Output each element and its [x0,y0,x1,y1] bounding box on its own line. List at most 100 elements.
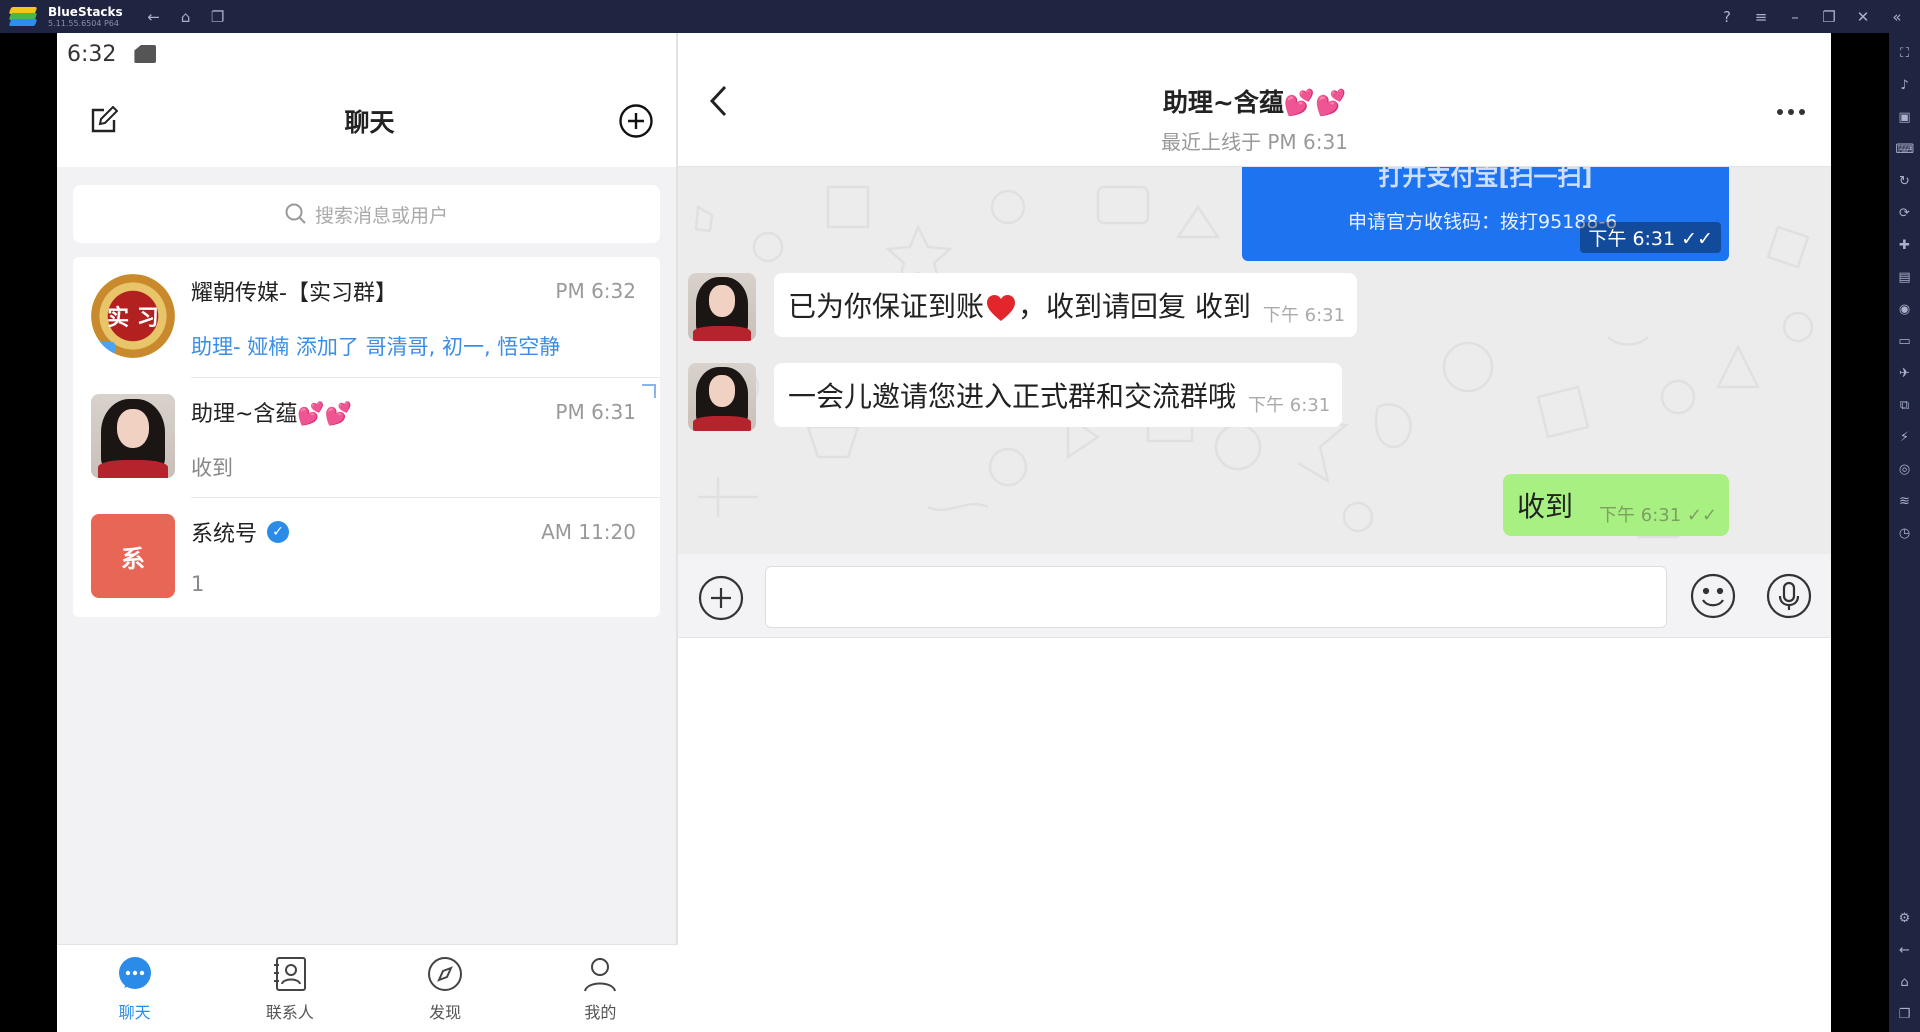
attach-button[interactable] [698,575,744,625]
bluestacks-sidebar: ⛶ ♪ ▣ ⌨ ↻ ⟳ ✚ ▤ ◉ ▭ ✈ ⧉ ⚡ ◎ ≋ ◷ ⚙ ← ⌂ ❐ [1889,33,1920,1032]
message-time: 下午 6:31 ✓✓ [1599,505,1718,526]
compass-icon [428,956,463,991]
screen-record-icon[interactable]: ▣ [1896,109,1914,127]
profile-photo [688,273,756,341]
add-button[interactable] [618,103,654,139]
keyboard-icon[interactable]: ⌨ [1896,141,1915,159]
chat-preview: 1 [191,572,205,596]
plus-circle-icon [698,575,744,621]
rotate-icon[interactable]: ↻ [1896,173,1914,191]
status-time: 6:32 [67,41,117,67]
chat-item-assistant[interactable]: 助理~含蕴💕💕 PM 6:31 收到 [73,377,660,497]
chat-name: 助理~含蕴💕💕 [191,402,353,427]
multi-instance-icon[interactable]: ⧉ [1896,397,1914,415]
contacts-icon [273,956,306,991]
chat-item-system[interactable]: 系 系统号 ✓ AM 11:20 1 [73,497,660,617]
macro-icon[interactable]: ◷ [1896,525,1914,543]
search-input[interactable]: 搜索消息或用户 [73,185,660,243]
chat-time: PM 6:32 [555,279,636,303]
emoji-button[interactable] [1690,573,1736,623]
profile-photo [688,363,756,431]
avatar: 实 习 [91,274,175,358]
bottom-tab-bar: 聊天 联系人 发现 我的 [57,944,678,1032]
person-icon [584,957,617,991]
location-icon[interactable]: ◎ [1896,461,1914,479]
chat-preview: 助理- 娅楠 添加了 哥清哥, 初一, 悟空静 [191,335,561,359]
tab-label: 联系人 [265,1002,314,1022]
search-icon [285,203,306,224]
chat-bubble-icon [118,956,151,989]
message-area: 打开支付宝[扫一扫] 申请官方收钱码：拨打95188-6 下午 6:31 ✓✓ … [678,167,1831,554]
smiley-icon [1690,573,1736,619]
settings-icon[interactable]: ⚙ [1896,910,1914,928]
tab-contacts[interactable]: 联系人 [212,945,367,1032]
collapse-sidebar-icon[interactable]: « [1888,8,1906,26]
recent-apps-icon[interactable]: ❐ [209,8,227,26]
restore-icon[interactable]: ❐ [1820,8,1838,26]
message-bubble-incoming[interactable]: 已为你保证到账 ，收到请回复 收到 下午 6:31 [774,273,1358,337]
minimize-icon[interactable]: – [1786,8,1804,26]
compose-button[interactable] [85,103,121,139]
tab-chats[interactable]: 聊天 [57,945,212,1032]
android-recents-icon[interactable]: ❐ [1896,1006,1914,1024]
group-badge-icon [93,342,115,354]
message-input[interactable] [765,566,1667,628]
bluestacks-titlebar: BlueStacks 5.11.55.6504 P64 ← ⌂ ❐ ? ≡ – … [0,0,1920,33]
chat-item-group[interactable]: 实 习 耀朝传媒-【实习群】 PM 6:32 助理- 娅楠 添加了 哥清哥, 初… [73,257,660,377]
gamepad-icon[interactable]: ✚ [1896,237,1914,255]
chat-list: 实 习 耀朝传媒-【实习群】 PM 6:32 助理- 娅楠 添加了 哥清哥, 初… [73,257,660,617]
tab-me[interactable]: 我的 [523,945,678,1032]
pinned-corner-icon [642,384,656,398]
app-version: 5.11.55.6504 P64 [48,18,119,28]
back-arrow-icon[interactable]: ← [145,8,163,26]
android-back-icon[interactable]: ← [1896,942,1914,960]
android-screen: 6:32 聊天 搜索消息或用户 实 习 耀朝传媒-【实习群】 PM 6:32 助… [57,33,1831,1032]
conversation-title: 助理~含蕴💕💕 [1162,88,1347,117]
android-home-icon[interactable]: ⌂ [1896,974,1914,992]
message-text: 打开支付宝[扫一扫] [1378,167,1593,191]
sync-icon[interactable]: ⟳ [1896,205,1914,223]
tab-label: 聊天 [118,1002,151,1022]
system-avatar: 系 [91,514,175,598]
tab-discover[interactable]: 发现 [368,945,523,1032]
sender-avatar[interactable] [688,273,756,341]
message-text: 收到 [1517,490,1574,523]
chat-name: 耀朝传媒-【实习群】 [191,281,397,306]
help-icon[interactable]: ? [1718,8,1736,26]
apk-install-icon[interactable]: ▤ [1896,269,1914,287]
chat-name: 系统号 [191,522,258,547]
message-text: ，收到请回复 收到 [1018,290,1251,323]
message-row-incoming: 一会儿邀请您进入正式群和交流群哦 下午 6:31 [688,363,1343,431]
message-bubble-incoming[interactable]: 一会儿邀请您进入正式群和交流群哦 下午 6:31 [774,363,1343,427]
plus-circle-icon [619,104,653,138]
sender-avatar[interactable] [688,363,756,431]
verified-check-icon: ✓ [267,521,290,543]
airplane-icon[interactable]: ✈ [1896,365,1914,383]
message-time: 下午 6:31 [1248,395,1331,416]
volume-icon[interactable]: ♪ [1896,77,1914,95]
bluestacks-logo-icon [8,6,38,27]
conversation-pane: 助理~含蕴💕💕 最近上线于 PM 6:31 打开支付宝[扫一扫] 申请官方收钱码… [678,33,1831,1032]
message-time: 下午 6:31 [1262,305,1346,326]
fullscreen-icon[interactable]: ⛶ [1896,45,1914,63]
avatar: 系 [91,514,175,598]
edit-icon [91,106,118,133]
layers-icon[interactable]: ≋ [1896,493,1914,511]
screenshot-icon[interactable]: ◉ [1896,301,1914,319]
folder-icon[interactable]: ▭ [1896,333,1914,351]
message-bubble-outgoing[interactable]: 收到 下午 6:31 ✓✓ [1503,474,1729,536]
chat-time: PM 6:31 [555,400,636,424]
voice-button[interactable] [1766,573,1812,623]
microphone-icon [1766,573,1812,619]
menu-icon[interactable]: ≡ [1752,8,1770,26]
red-heart-icon [986,294,1016,322]
message-time: 下午 6:31 ✓✓ [1580,222,1721,253]
chat-list-pane: 6:32 聊天 搜索消息或用户 实 习 耀朝传媒-【实习群】 PM 6:32 助… [57,33,678,1032]
close-icon[interactable]: ✕ [1854,8,1872,26]
message-row-incoming: 已为你保证到账 ，收到请回复 收到 下午 6:31 [688,273,1358,341]
sd-card-icon [134,45,157,63]
home-icon[interactable]: ⌂ [177,8,195,26]
more-options-icon[interactable] [1777,109,1805,115]
eco-mode-icon[interactable]: ⚡ [1896,429,1914,447]
message-bubble-outgoing-image[interactable]: 打开支付宝[扫一扫] 申请官方收钱码：拨打95188-6 下午 6:31 ✓✓ [1242,167,1729,261]
